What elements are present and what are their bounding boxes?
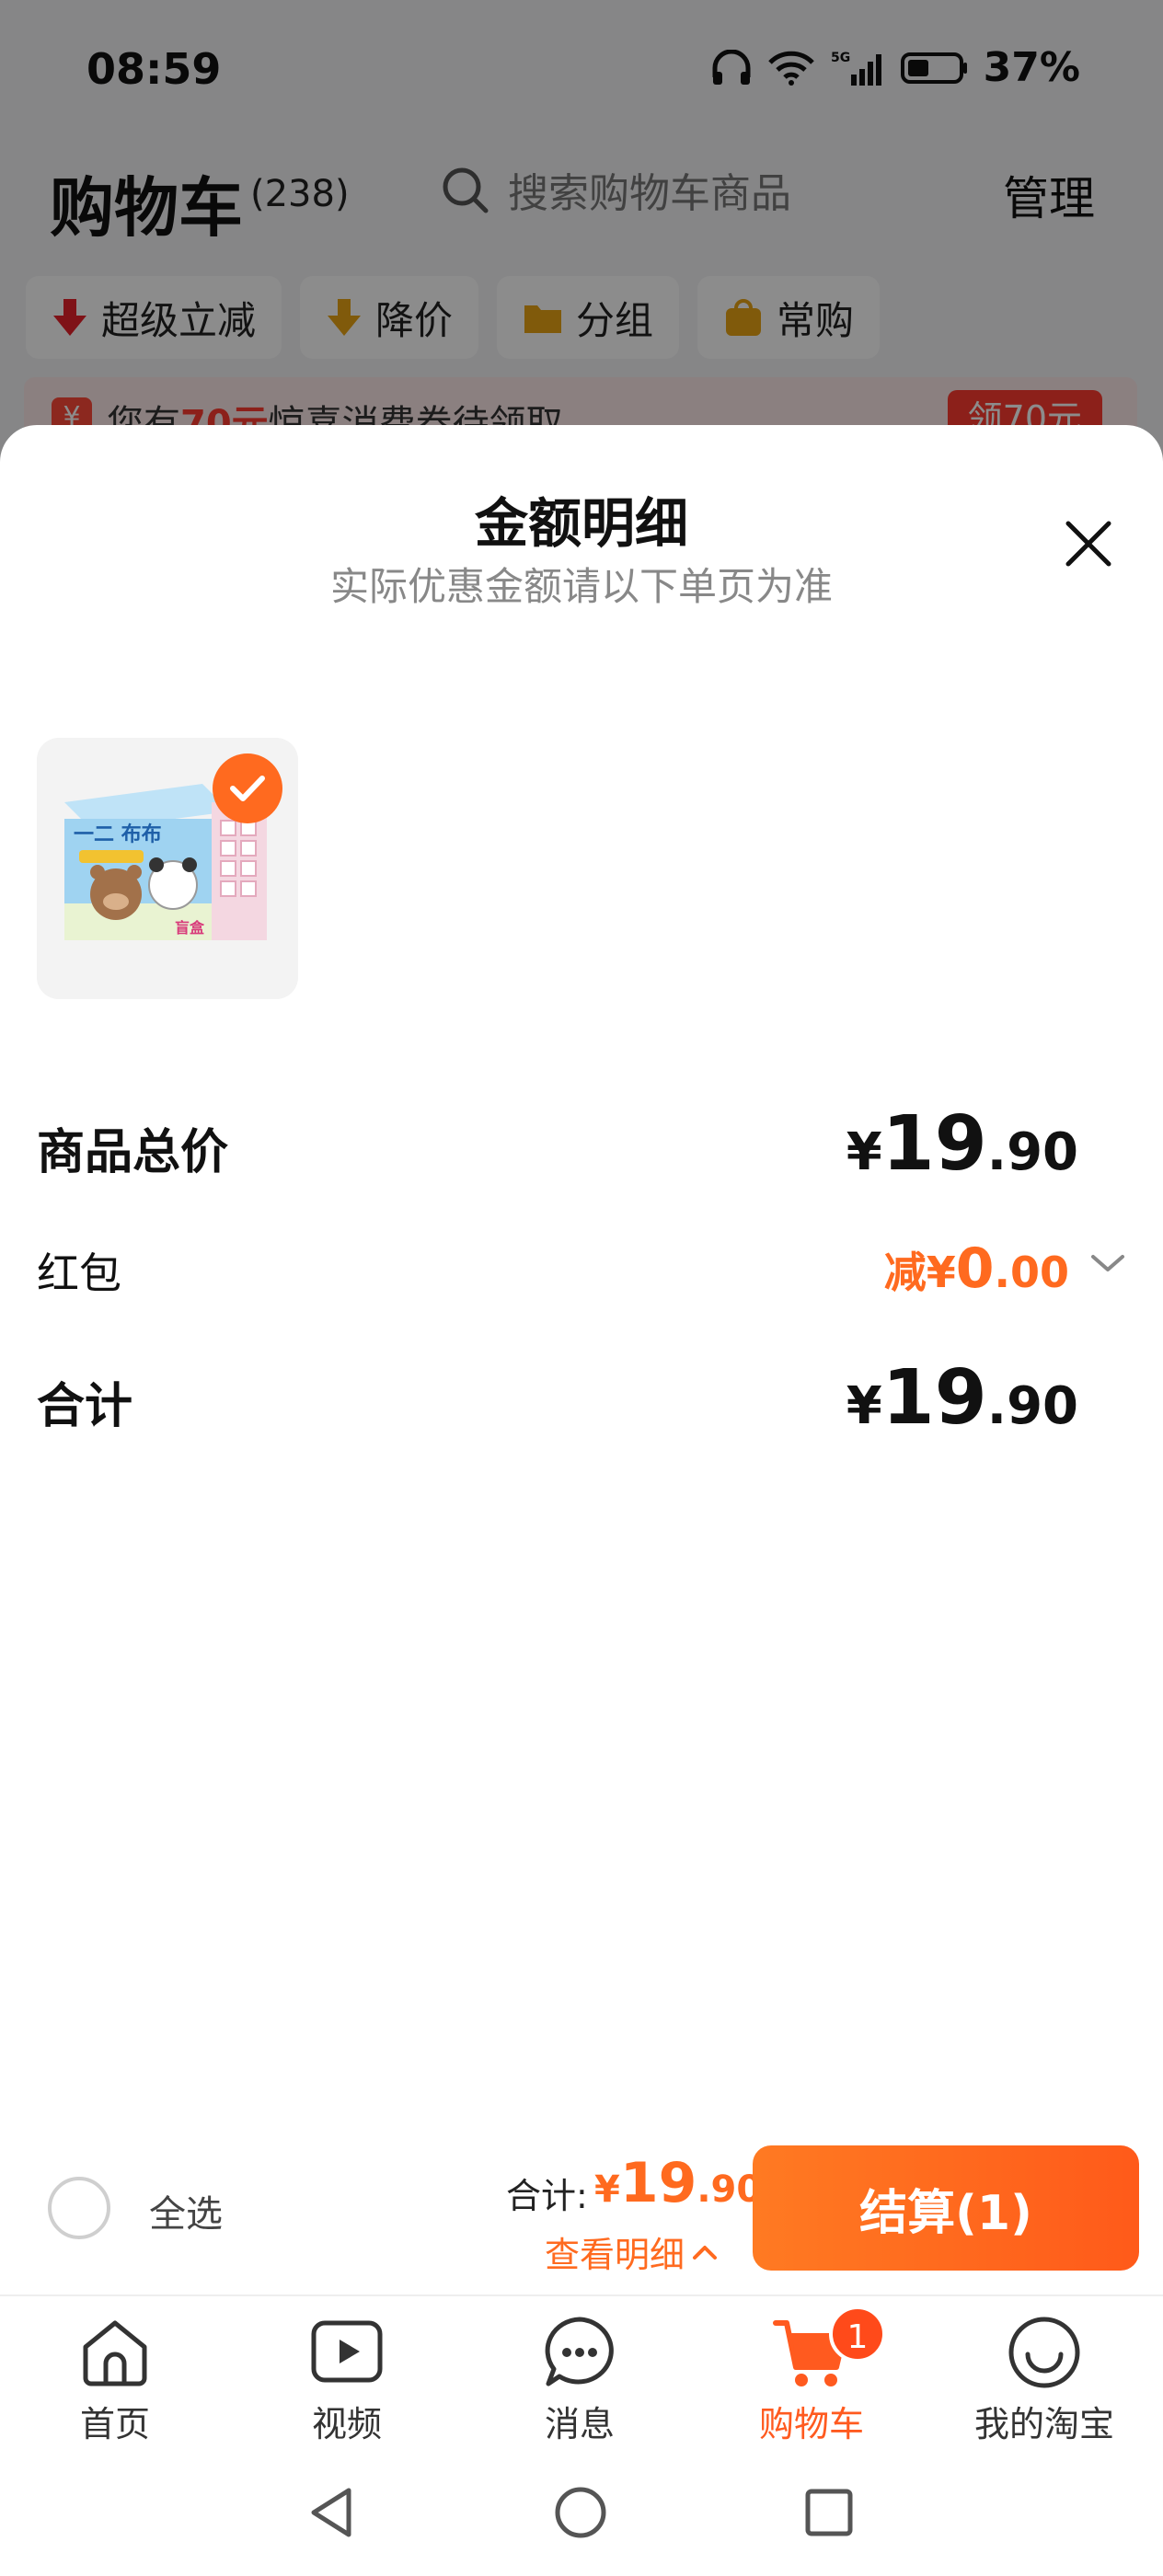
tab-video[interactable]: 视频 <box>255 2311 439 2446</box>
tab-cart[interactable]: 1 购物车 <box>720 2306 904 2446</box>
goods-total-label: 商品总价 <box>37 1125 229 1180</box>
recents-square-icon <box>805 2489 853 2536</box>
checkout-bar: 全选 合计: ¥19.90 查看明细 结算(1) <box>0 2134 1163 2291</box>
grand-total-row: 合计 ¥19.90 <box>37 1354 1126 1450</box>
close-icon <box>1065 521 1111 567</box>
checkout-total-label: 合计: <box>506 2176 588 2216</box>
red-packet-label: 红包 <box>37 1248 121 1298</box>
goods-total-amount: ¥19.90 <box>846 1100 1078 1188</box>
cart-badge: 1 <box>829 2306 886 2363</box>
checkout-total-amount: ¥19.90 <box>594 2151 763 2215</box>
home-circle-icon <box>555 2487 606 2538</box>
chevron-down-icon[interactable] <box>1089 1249 1126 1277</box>
tab-video-label: 视频 <box>311 2404 382 2444</box>
view-detail-link[interactable]: 查看明细 <box>545 2226 718 2277</box>
bottom-tab-bar: 首页 视频 消息 1 购物车 我的淘宝 <box>0 2296 1163 2444</box>
red-packet-row[interactable]: 红包 减¥ 0.00 <box>37 1236 1126 1323</box>
tab-messages[interactable]: 消息 <box>488 2311 672 2446</box>
tab-home-label: 首页 <box>79 2404 150 2444</box>
check-icon <box>230 776 265 801</box>
tab-cart-label: 购物车 <box>758 2404 864 2444</box>
home-nav-button[interactable] <box>548 2480 613 2545</box>
selected-check-badge[interactable] <box>213 753 282 823</box>
checkout-button[interactable]: 结算(1) <box>753 2145 1139 2271</box>
goods-total-row: 商品总价 ¥19.90 <box>37 1100 1126 1196</box>
grand-total-amount: ¥19.90 <box>846 1354 1078 1442</box>
svg-text:盲盒: 盲盒 <box>175 919 205 937</box>
cart-icon: 1 <box>770 2306 886 2394</box>
grand-total-label: 合计 <box>37 1379 133 1434</box>
close-button[interactable] <box>1058 513 1119 574</box>
tab-messages-label: 消息 <box>544 2404 615 2444</box>
chevron-up-icon <box>693 2245 718 2260</box>
tab-my-taobao-label: 我的淘宝 <box>973 2404 1114 2444</box>
tab-home[interactable]: 首页 <box>23 2311 207 2446</box>
sheet-subtitle: 实际优惠金额请以下单页为准 <box>329 564 833 609</box>
back-button[interactable] <box>300 2480 364 2545</box>
red-packet-discount: 减¥ 0.00 <box>883 1236 1069 1301</box>
home-icon <box>74 2311 156 2394</box>
video-icon <box>305 2311 388 2394</box>
view-detail-label: 查看明细 <box>545 2235 685 2275</box>
recents-button[interactable] <box>797 2480 861 2545</box>
tab-my-taobao[interactable]: 我的淘宝 <box>952 2311 1136 2446</box>
svg-text:一二 布布: 一二 布布 <box>74 822 162 846</box>
sheet-title: 金额明细 <box>474 492 688 555</box>
smile-icon <box>1003 2311 1086 2394</box>
message-icon <box>538 2311 621 2394</box>
back-triangle-icon <box>311 2488 351 2537</box>
select-all-checkbox[interactable] <box>48 2177 110 2239</box>
system-nav-bar <box>0 2447 1163 2576</box>
select-all-label[interactable]: 全选 <box>149 2184 223 2237</box>
